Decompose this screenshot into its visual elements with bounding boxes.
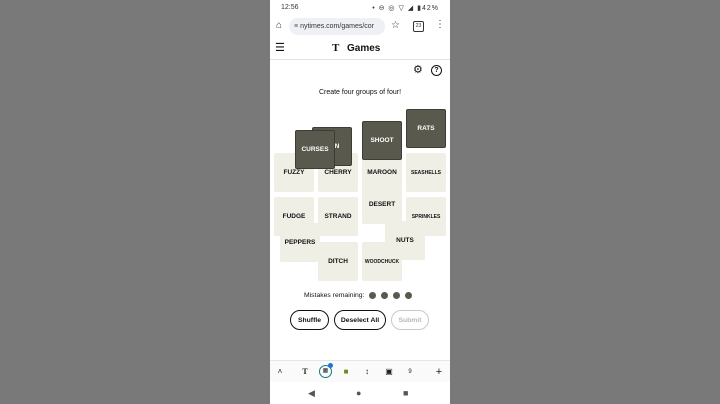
tile-shoot[interactable]: SHOOT (362, 121, 402, 160)
home-icon[interactable]: ⌂ (276, 20, 288, 32)
home-button-icon[interactable]: ● (356, 388, 361, 398)
mistake-dot (381, 292, 388, 299)
tile-rats[interactable]: RATS (406, 109, 446, 148)
bookmark-star-icon[interactable]: ☆ (391, 20, 400, 31)
tile-curses[interactable]: CURSES (295, 130, 335, 169)
help-icon[interactable]: ? (431, 65, 442, 76)
tab-switcher-button[interactable]: 23 (413, 21, 424, 32)
bottom-tab-strip: ˄ T ▦ ■ ↕ ▣ 9 + (270, 360, 450, 383)
tile-desert[interactable]: DESERT (362, 185, 402, 224)
gear-icon[interactable]: ⚙ (413, 63, 423, 76)
mistake-dot (393, 292, 400, 299)
tile-woodchuck[interactable]: WOODCHUCK (362, 242, 402, 281)
shuffle-button[interactable]: Shuffle (290, 310, 329, 330)
nyt-logo[interactable]: T (332, 42, 339, 54)
games-title[interactable]: Games (347, 43, 380, 54)
tab-nine[interactable]: 9 (404, 366, 416, 378)
address-bar[interactable]: ≡ nytimes.com/games/cor (289, 18, 385, 35)
more-menu-icon[interactable]: ⋮ (435, 19, 445, 31)
status-icons: • ⊖ ◎ ▽ ◢ ▮42% (372, 5, 439, 12)
browser-toolbar: ⌂ ≡ nytimes.com/games/cor ☆ 23 ⋮ (270, 15, 450, 39)
nyt-header: ☰ T Games (270, 39, 450, 60)
android-nav-bar: ◀ ● ■ (270, 382, 450, 404)
tile-strand[interactable]: STRAND (318, 197, 358, 236)
phone-screen: 12:56 • ⊖ ◎ ▽ ◢ ▮42% ⌂ ≡ nytimes.com/game… (270, 0, 450, 404)
expand-up-icon[interactable]: ˄ (274, 366, 286, 378)
tile-seashells[interactable]: SEASHELLS (406, 153, 446, 192)
back-icon[interactable]: ◀ (308, 388, 315, 398)
recents-icon[interactable]: ■ (403, 388, 408, 398)
status-bar: 12:56 • ⊖ ◎ ▽ ◢ ▮42% (270, 0, 450, 15)
new-tab-button[interactable]: + (433, 366, 445, 378)
submit-button[interactable]: Submit (391, 310, 429, 330)
app-tab-icon[interactable]: ■ (340, 366, 352, 378)
deselect-all-button[interactable]: Deselect All (334, 310, 386, 330)
nyt-tab-icon[interactable]: T (299, 366, 311, 378)
hamburger-menu-icon[interactable]: ☰ (275, 43, 285, 54)
game-prompt: Create four groups of four! (318, 89, 402, 96)
site-info-icon[interactable]: ≡ (294, 18, 298, 35)
mistake-dot (369, 292, 376, 299)
tile-peppers[interactable]: PEPPERS (280, 223, 320, 262)
status-time: 12:56 (281, 4, 299, 11)
mistake-dot (405, 292, 412, 299)
mistakes-label: Mistakes remaining: (304, 292, 365, 299)
url-text: nytimes.com/games/cor (300, 23, 375, 30)
camera-tab-icon[interactable]: ▣ (383, 366, 395, 378)
tile-ditch[interactable]: DITCH (318, 242, 358, 281)
tab-icon[interactable]: ↕ (361, 366, 373, 378)
active-tab-badge (328, 363, 333, 368)
